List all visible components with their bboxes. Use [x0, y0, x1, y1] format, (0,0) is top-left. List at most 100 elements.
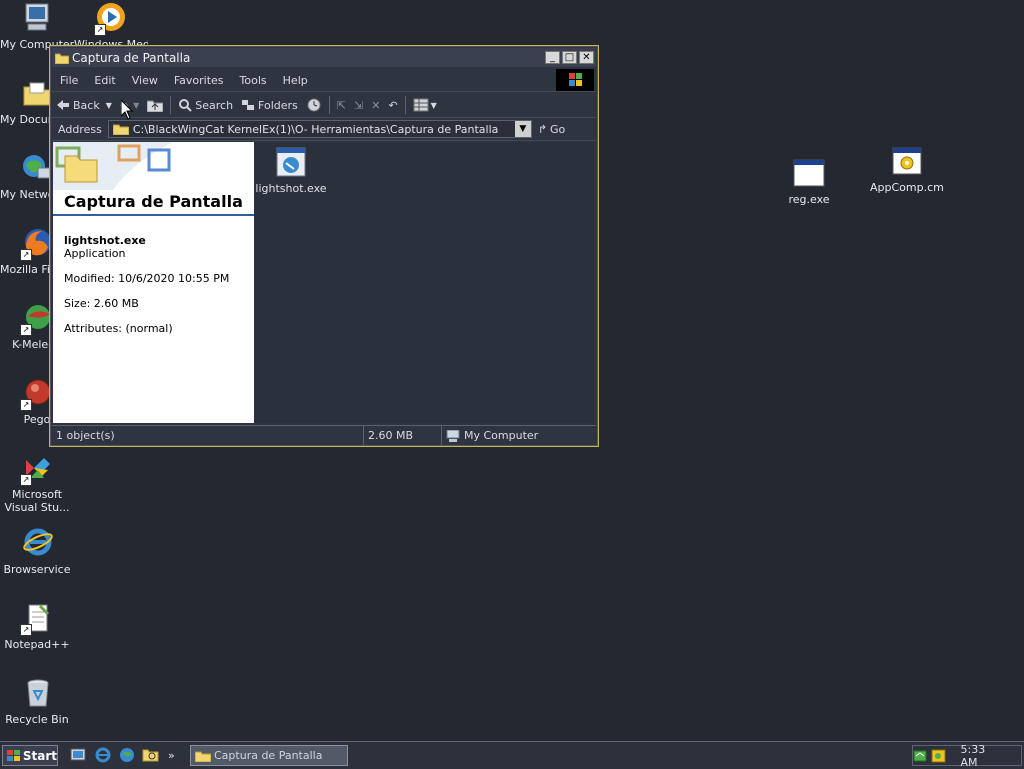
status-location-label: My Computer [464, 429, 539, 442]
content-area[interactable]: Captura de Pantalla lightshot.exe Applic… [53, 142, 594, 423]
chevron-down-icon[interactable]: ▼ [431, 101, 437, 110]
history-icon [307, 98, 321, 112]
start-label: Start [22, 748, 57, 763]
maximize-button[interactable]: □ [562, 51, 577, 64]
desktop-icon-notepad-plus-plus[interactable]: ↗ Notepad++ [0, 602, 74, 651]
taskbar-item-label: Captura de Pantalla [214, 749, 323, 762]
menu-help[interactable]: Help [275, 74, 316, 87]
status-location: My Computer [442, 426, 596, 445]
undo-icon: ↶ [388, 98, 398, 112]
shortcut-arrow-icon: ↗ [20, 324, 32, 336]
menu-file[interactable]: File [52, 74, 86, 87]
quick-launch-chevron-icon[interactable]: » [168, 749, 175, 762]
computer-icon [446, 429, 460, 442]
desktop-icon-appcomp-cmd[interactable]: AppComp.cmd [870, 145, 944, 194]
network-icon[interactable] [118, 747, 136, 763]
menu-bar: File Edit View Favorites Tools Help [52, 69, 596, 92]
up-folder-button[interactable] [143, 94, 167, 116]
move-to-button[interactable]: ⇱ [333, 94, 350, 116]
chevron-down-icon[interactable]: ▼ [133, 101, 139, 110]
search-button[interactable]: Search [174, 94, 237, 116]
desktop-icon-label: Browservice [3, 563, 71, 576]
desktop-icon-browservice[interactable]: Browservice [0, 527, 74, 576]
back-button[interactable]: Back ▼ [52, 94, 116, 116]
title-bar[interactable]: Captura de Pantalla _ □ ✕ [52, 48, 596, 67]
menu-edit[interactable]: Edit [86, 74, 123, 87]
up-folder-icon [147, 100, 164, 112]
history-button[interactable] [302, 94, 326, 116]
internet-explorer-icon [20, 527, 54, 561]
visual-studio-icon: ↗ [20, 452, 54, 486]
undo-button[interactable]: ↶ [384, 94, 401, 116]
notepad-plus-plus-icon: ↗ [20, 602, 54, 636]
selected-file-size: Size: 2.60 MB [64, 297, 139, 310]
quick-launch-bar: » [70, 747, 175, 763]
search-folder-icon[interactable] [142, 747, 160, 763]
windows-logo-icon [556, 69, 594, 91]
windows-flag-icon [7, 749, 20, 761]
pane-divider [53, 214, 254, 216]
go-button[interactable]: ↱ Go [538, 123, 565, 136]
toolbar-separator [170, 96, 172, 114]
address-dropdown-button[interactable]: ▼ [514, 121, 531, 137]
file-item-lightshot[interactable]: lightshot.exe [254, 146, 328, 195]
desktop-icon-windows-media-player[interactable]: ↗ Windows Media Player [74, 2, 148, 51]
shortcut-arrow-icon: ↗ [20, 474, 32, 486]
mouse-cursor-icon [121, 100, 133, 120]
system-clock: 5:33 AM [960, 742, 986, 769]
address-input[interactable]: C:\BlackWingCat KernelEx(1)\O- Herramien… [107, 120, 532, 138]
desktop-icon-label: Microsoft Visual Stu... [4, 488, 70, 514]
tray-security-icon[interactable] [931, 749, 947, 763]
address-bar: Address C:\BlackWingCat KernelEx(1)\O- H… [52, 118, 596, 141]
menu-favorites[interactable]: Favorites [166, 74, 232, 87]
folders-label: Folders [258, 98, 298, 112]
batch-file-gear-icon [890, 145, 924, 179]
search-icon [178, 98, 192, 112]
menu-view[interactable]: View [124, 74, 166, 87]
application-window-icon [792, 157, 826, 191]
shortcut-arrow-icon: ↗ [94, 24, 106, 36]
shortcut-arrow-icon: ↗ [20, 399, 32, 411]
back-label: Back [73, 98, 100, 112]
status-size: 2.60 MB [364, 426, 442, 445]
taskbar: Start » Captura de Pantalla 5:33 AM [0, 741, 1024, 769]
menu-tools[interactable]: Tools [232, 74, 275, 87]
desktop-icon-label: Recycle Bin [5, 713, 69, 726]
system-tray: 5:33 AM [912, 742, 1022, 769]
desktop-icon-label: Notepad++ [4, 638, 70, 651]
minimize-button[interactable]: _ [545, 51, 560, 64]
close-button[interactable]: ✕ [579, 51, 594, 64]
toolbar-separator [328, 96, 330, 114]
desktop-icon-reg-exe[interactable]: reg.exe [772, 157, 846, 206]
delete-button[interactable]: ✕ [367, 94, 384, 116]
copy-to-button[interactable]: ⇲ [350, 94, 367, 116]
desktop-icon-recycle-bin[interactable]: Recycle Bin [0, 677, 74, 726]
chevron-down-icon[interactable]: ▼ [106, 101, 112, 110]
copy-to-icon: ⇲ [354, 98, 364, 112]
show-desktop-icon[interactable] [70, 747, 88, 763]
computer-icon [20, 2, 54, 36]
go-label: Go [550, 122, 566, 136]
views-grid-icon [413, 98, 429, 112]
toolbar-separator [404, 96, 406, 114]
start-button[interactable]: Start [2, 745, 58, 766]
selected-file-attributes: Attributes: (normal) [64, 322, 173, 335]
address-label: Address [58, 122, 102, 136]
taskbar-item-captura-de-pantalla[interactable]: Captura de Pantalla [190, 745, 348, 766]
desktop-icon-visual-studio[interactable]: ↗ Microsoft Visual Stu... [0, 452, 74, 514]
media-player-icon: ↗ [94, 2, 128, 36]
tray-app-icon[interactable] [913, 749, 929, 763]
toolbar: Back ▼ ➜ ▼ Search Folders ⇱ ⇲ ✕ [52, 93, 596, 118]
folders-button[interactable]: Folders [237, 94, 302, 116]
address-value: C:\BlackWingCat KernelEx(1)\O- Herramien… [132, 122, 499, 136]
back-arrow-icon [56, 98, 70, 112]
views-button[interactable]: ▼ [409, 94, 441, 116]
selected-file-modified: Modified: 10/6/2020 10:55 PM [64, 272, 230, 285]
desktop-icon-my-computer[interactable]: My Computer [0, 2, 74, 51]
go-arrow-icon: ↱ [537, 122, 548, 136]
internet-explorer-icon[interactable] [94, 747, 112, 763]
desktop-icon-label: AppComp.cmd [870, 181, 944, 194]
folders-icon [241, 98, 255, 112]
shortcut-arrow-icon: ↗ [20, 624, 32, 636]
recycle-bin-icon [20, 677, 54, 711]
